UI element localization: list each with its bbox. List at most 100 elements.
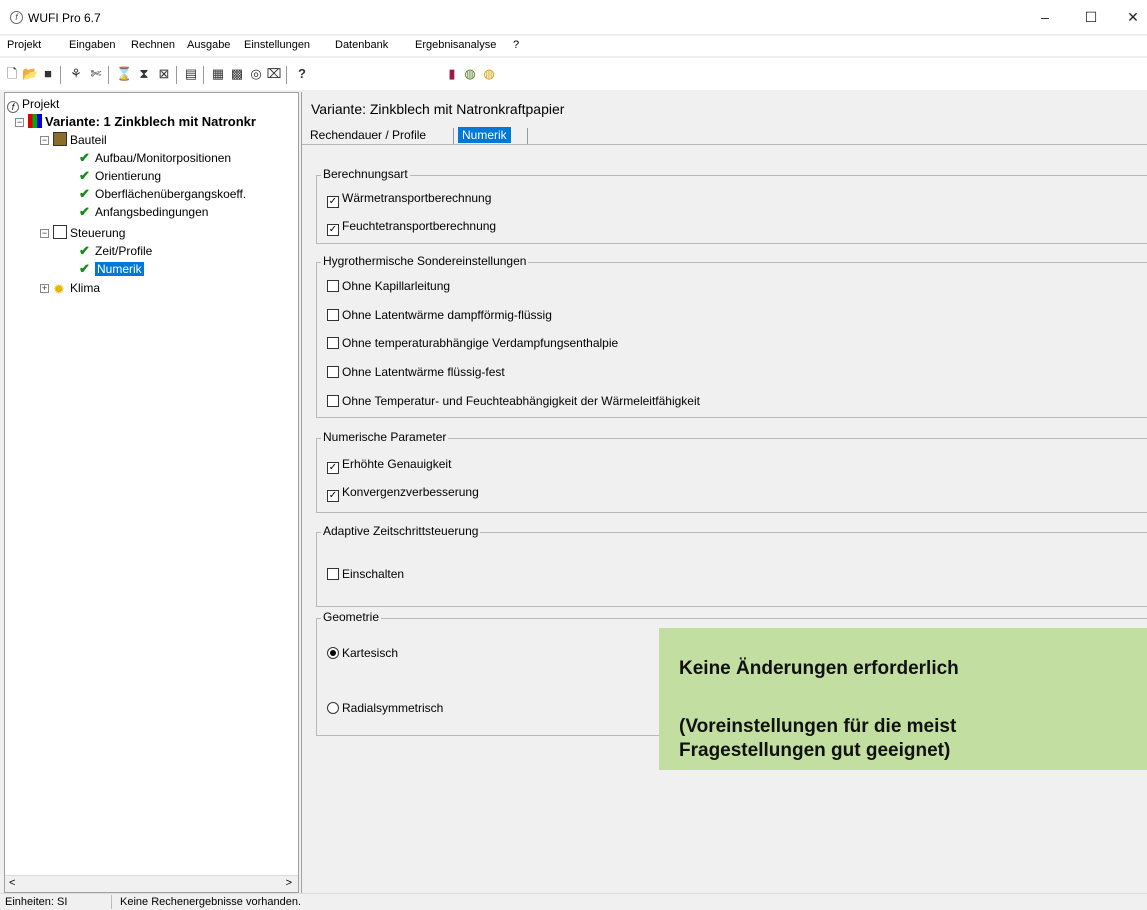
menu-ausgabe[interactable]: Ausgabe xyxy=(187,39,230,51)
collapse-steuerung-toggle[interactable]: − xyxy=(40,229,49,238)
minimize-button[interactable]: – xyxy=(1030,6,1060,28)
tree-label: Orientierung xyxy=(95,169,162,183)
checkbox-box xyxy=(327,366,339,378)
tree-label: Projekt xyxy=(22,97,60,111)
horizontal-scrollbar[interactable]: < > xyxy=(5,875,298,892)
radio-label: Kartesisch xyxy=(342,646,399,660)
ohne-waermeleitfaehigkeit-checkbox[interactable]: Ohne Temperatur- und Feuchteabhängigkeit… xyxy=(327,394,700,408)
export-icon[interactable]: ⌧ xyxy=(266,66,282,82)
graph-icon[interactable]: ▩ xyxy=(229,66,245,82)
close-button[interactable]: ✕ xyxy=(1120,6,1146,28)
save-icon[interactable]: ■ xyxy=(40,66,56,82)
checkbox-box xyxy=(327,568,339,580)
toolbar: 🗋 📂 ■ ⚘ ✄ ⌛ ⧗ ⊠ ▤ ▦ ▩ ◎ ⌧ ? ▮ ◍ ◍ xyxy=(0,58,1147,90)
control-icon xyxy=(53,225,67,239)
menu-help[interactable]: ? xyxy=(513,39,519,51)
monitor-icon[interactable]: ⊠ xyxy=(156,66,172,82)
wufi-logo-yellow-icon[interactable]: ◍ xyxy=(481,66,497,82)
tab-numerik[interactable]: Numerik xyxy=(458,127,511,143)
group-numerische-parameter: Numerische Parameter ✓ Erhöhte Genauigkei… xyxy=(316,430,1147,513)
tree-item-zeit-profile[interactable]: ✔ Zeit/Profile xyxy=(79,243,152,259)
toolbar-separator xyxy=(60,66,61,84)
menu-einstellungen[interactable]: Einstellungen xyxy=(244,39,310,51)
scroll-left-button[interactable]: < xyxy=(9,877,15,889)
table-icon[interactable]: ▤ xyxy=(183,66,199,82)
checkbox-box xyxy=(327,337,339,349)
tab-divider xyxy=(453,128,454,144)
tree-item-oberflaechen[interactable]: ✔ Oberflächenübergangskoeff. xyxy=(79,186,246,202)
collapse-bauteil-toggle[interactable]: − xyxy=(40,136,49,145)
checkbox-box: ✓ xyxy=(327,490,339,502)
wufi-app-icon: f xyxy=(10,11,23,24)
kartesisch-radio[interactable]: Kartesisch xyxy=(327,646,398,660)
checkbox-box: ✓ xyxy=(327,196,339,208)
scroll-right-button[interactable]: > xyxy=(286,877,292,889)
help-icon[interactable]: ? xyxy=(294,66,310,82)
open-folder-icon[interactable]: 📂 xyxy=(22,66,38,82)
variant-color-icon xyxy=(28,114,42,128)
wufi-logo-icon[interactable]: ◍ xyxy=(462,66,478,82)
menu-bar: Projekt Eingaben Rechnen Ausgabe Einstel… xyxy=(0,36,1147,56)
ohne-kapillarleitung-checkbox[interactable]: Ohne Kapillarleitung xyxy=(327,279,450,293)
calculate-all-icon[interactable]: ⧗ xyxy=(136,66,152,82)
checkbox-label: Erhöhte Genauigkeit xyxy=(342,457,452,471)
project-tree: f Projekt − Variante: 1 Zinkblech mit Nat… xyxy=(4,92,299,893)
ohne-verdampfungsenthalpie-checkbox[interactable]: Ohne temperaturabhängige Verdampfungsent… xyxy=(327,336,618,350)
check-icon: ✔ xyxy=(79,261,90,276)
toolbar-separator xyxy=(108,66,109,84)
ohne-latentwaerme-fest-checkbox[interactable]: Ohne Latentwärme flüssig-fest xyxy=(327,365,505,379)
tab-rechendauer-profile[interactable]: Rechendauer / Profile xyxy=(310,128,426,142)
menu-rechnen[interactable]: Rechnen xyxy=(131,39,175,51)
toolbar-separator xyxy=(286,66,287,84)
new-document-icon[interactable]: 🗋 xyxy=(4,66,20,82)
radio-button xyxy=(327,702,339,714)
checkbox-box: ✓ xyxy=(327,462,339,474)
maximize-button[interactable]: ☐ xyxy=(1076,6,1106,28)
einschalten-checkbox[interactable]: Einschalten xyxy=(327,567,404,581)
group-title: Geometrie xyxy=(321,610,382,624)
tree-item-klima[interactable]: ✹ Klima xyxy=(53,280,100,296)
tree-item-bauteil[interactable]: Bauteil xyxy=(53,132,107,148)
annotation-note: Keine Änderungen erforderlich (Voreinste… xyxy=(659,628,1147,770)
tree-item-anfangsbedingungen[interactable]: ✔ Anfangsbedingungen xyxy=(79,204,208,220)
component-icon xyxy=(53,132,67,146)
tree-item-numerik[interactable]: ✔ Numerik xyxy=(79,261,144,277)
variant-delete-icon[interactable]: ✄ xyxy=(88,66,104,82)
feuchtetransport-checkbox[interactable]: ✓ Feuchtetransportberechnung xyxy=(327,219,496,236)
tree-label: Steuerung xyxy=(70,226,126,240)
tree-label: Variante: 1 Zinkblech mit Natronkr xyxy=(45,114,256,129)
menu-eingaben[interactable]: Eingaben xyxy=(69,39,116,51)
variant-add-icon[interactable]: ⚘ xyxy=(68,66,84,82)
group-adaptive-zeitschrittsteuerung: Adaptive Zeitschrittsteuerung Einschalte… xyxy=(316,524,1147,607)
erhoehte-genauigkeit-checkbox[interactable]: ✓ Erhöhte Genauigkeit xyxy=(327,457,451,474)
report-icon[interactable]: ▦ xyxy=(210,66,226,82)
main-panel: Variante: Zinkblech mit Natronkraftpapie… xyxy=(301,92,1147,893)
tree-label: Anfangsbedingungen xyxy=(95,205,209,219)
tree-item-projekt[interactable]: f Projekt xyxy=(7,96,60,113)
radialsymmetrisch-radio[interactable]: Radialsymmetrisch xyxy=(327,701,443,715)
calculate-icon[interactable]: ⌛ xyxy=(116,66,132,82)
expand-klima-toggle[interactable]: + xyxy=(40,284,49,293)
checkbox-box: ✓ xyxy=(327,224,339,236)
status-message: Keine Rechenergebnisse vorhanden. xyxy=(120,896,302,908)
variant-title: Variante: Zinkblech mit Natronkraftpapie… xyxy=(311,101,565,117)
checkbox-label: Ohne Kapillarleitung xyxy=(342,279,451,293)
konvergenzverbesserung-checkbox[interactable]: ✓ Konvergenzverbesserung xyxy=(327,485,479,502)
radio-button xyxy=(327,647,339,659)
status-divider xyxy=(111,895,112,909)
database-icon[interactable]: ◎ xyxy=(248,66,264,82)
menu-datenbank[interactable]: Datenbank xyxy=(335,39,388,51)
tree-item-orientierung[interactable]: ✔ Orientierung xyxy=(79,168,161,184)
group-title: Hygrothermische Sondereinstellungen xyxy=(321,254,529,268)
waermetransport-checkbox[interactable]: ✓ Wärmetransportberechnung xyxy=(327,191,491,208)
building-icon[interactable]: ▮ xyxy=(444,66,460,82)
tree-label: Klima xyxy=(70,281,101,295)
tab-underline xyxy=(302,144,1147,145)
menu-ergebnisanalyse[interactable]: Ergebnisanalyse xyxy=(415,39,496,51)
menu-projekt[interactable]: Projekt xyxy=(7,39,41,51)
tree-item-variant[interactable]: Variante: 1 Zinkblech mit Natronkr xyxy=(28,114,256,130)
ohne-latentwaerme-dampf-checkbox[interactable]: Ohne Latentwärme dampfförmig-flüssig xyxy=(327,308,552,322)
tree-item-steuerung[interactable]: Steuerung xyxy=(53,225,125,241)
collapse-variant-toggle[interactable]: − xyxy=(15,118,24,127)
tree-item-aufbau[interactable]: ✔ Aufbau/Monitorpositionen xyxy=(79,150,231,166)
